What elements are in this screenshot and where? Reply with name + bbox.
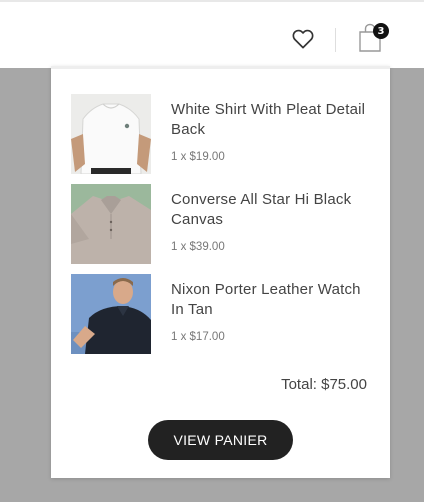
cart-item[interactable]: White Shirt With Pleat Detail Back 1 x $… <box>71 94 371 174</box>
heart-icon <box>292 29 314 49</box>
cart-item-qty-price: 1 x $17.00 <box>171 331 225 343</box>
wishlist-button[interactable] <box>291 27 315 51</box>
view-cart-button[interactable]: VIEW PANIER <box>148 420 293 460</box>
polo-on-green-thumbnail[interactable] <box>71 184 151 264</box>
cart-total: Total: $75.00 <box>281 376 367 393</box>
cart-item-name[interactable]: Nixon Porter Leather Watch In Tan <box>171 280 371 320</box>
site-header: 3 <box>0 0 424 68</box>
cart-item[interactable]: Converse All Star Hi Black Canvas 1 x $3… <box>71 184 371 264</box>
header-divider <box>335 28 336 52</box>
man-in-polo-thumbnail[interactable] <box>71 274 151 354</box>
white-shirt-thumbnail[interactable] <box>71 94 151 174</box>
cart-item[interactable]: Nixon Porter Leather Watch In Tan 1 x $1… <box>71 274 371 354</box>
cart-count-badge: 3 <box>373 23 389 39</box>
cart-item-name[interactable]: Converse All Star Hi Black Canvas <box>171 190 371 230</box>
cart-button[interactable]: 3 <box>357 22 389 54</box>
cart-item-name[interactable]: White Shirt With Pleat Detail Back <box>171 100 371 140</box>
cart-item-qty-price: 1 x $39.00 <box>171 241 225 253</box>
mini-cart-dropdown: White Shirt With Pleat Detail Back 1 x $… <box>51 66 390 478</box>
cart-item-qty-price: 1 x $19.00 <box>171 151 225 163</box>
